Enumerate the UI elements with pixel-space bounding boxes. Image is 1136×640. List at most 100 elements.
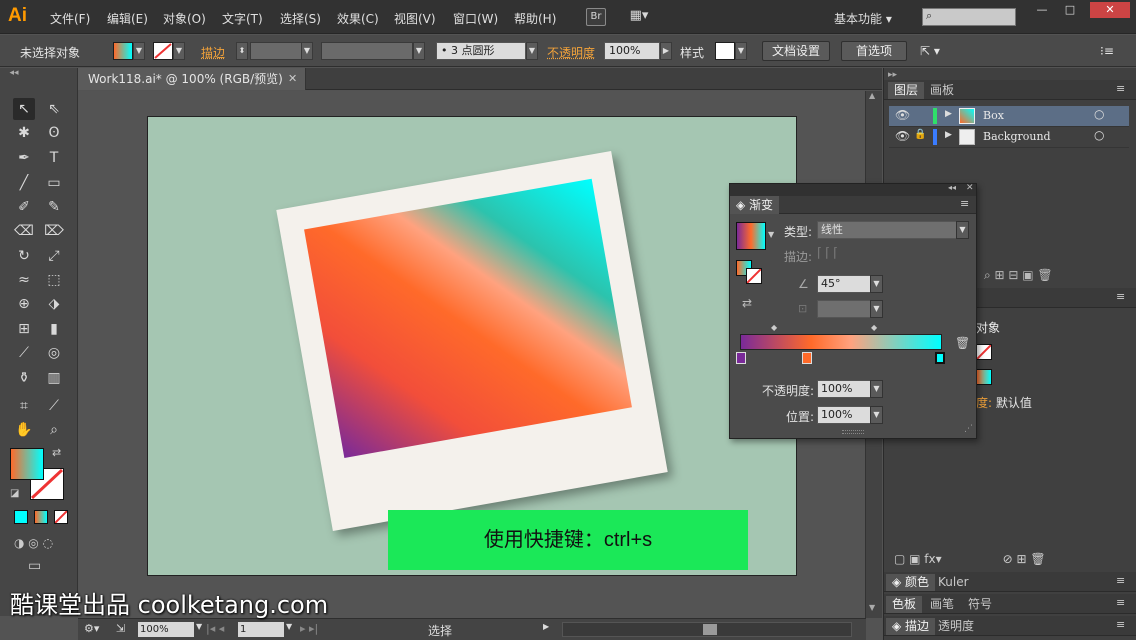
resize-grip-icon[interactable]: ⋰ <box>964 424 973 434</box>
horizontal-scroll-thumb[interactable] <box>703 624 717 635</box>
menu-type[interactable]: 文字(T) <box>222 10 263 27</box>
layer-row-box[interactable]: 👁 ▶ Box ○ <box>889 106 1129 127</box>
gradient-stop-left[interactable] <box>736 352 746 364</box>
aspect-ratio-dropdown-icon[interactable]: ▼ <box>870 300 883 318</box>
drawing-modes-icon[interactable]: ◑ ◎ ◌ <box>14 536 53 550</box>
tab-transparency[interactable]: 透明度 <box>932 618 980 635</box>
color-mode-icon[interactable] <box>14 510 28 524</box>
arrange-icon[interactable]: ⇱ ▾ <box>920 44 940 58</box>
artboard-tool-icon[interactable]: ⌗ <box>13 395 35 417</box>
fill-swatch[interactable] <box>113 42 133 60</box>
menu-edit[interactable]: 编辑(E) <box>107 10 148 27</box>
swap-colors-icon[interactable]: ⇄ <box>52 446 61 459</box>
target-circle-icon[interactable]: ○ <box>1094 128 1104 142</box>
stroke-menu-icon[interactable]: ≡ <box>1116 618 1125 631</box>
stroke-weight-dropdown-icon[interactable]: ▼ <box>301 42 313 60</box>
line-tool-icon[interactable]: ╱ <box>13 172 35 194</box>
stroke-weight-stepper[interactable]: ⬍ <box>236 42 248 60</box>
pencil-tool-icon[interactable]: ✎ <box>43 196 65 218</box>
type-dropdown-icon[interactable]: ▼ <box>956 221 969 239</box>
stroke-label[interactable]: 描边 <box>201 44 225 61</box>
perspective-grid-tool-icon[interactable]: ⬗ <box>43 293 65 315</box>
gradient-slider[interactable] <box>740 334 942 350</box>
style-dropdown-icon[interactable]: ▼ <box>735 42 747 60</box>
scale-tool-icon[interactable]: ⤢ <box>43 245 65 267</box>
document-tab[interactable]: Work118.ai* @ 100% (RGB/预览) ✕ <box>78 68 306 90</box>
direct-selection-tool-icon[interactable]: ⇖ <box>43 98 65 120</box>
brush-dropdown-icon[interactable]: ▼ <box>526 42 538 60</box>
gradient-collapse-icon[interactable]: ◂◂ <box>948 183 956 192</box>
tab-kuler[interactable]: Kuler <box>932 574 975 591</box>
status-menu-icon[interactable]: ▶ <box>543 622 549 631</box>
opacity-field[interactable]: 100% <box>604 42 660 60</box>
appearance-footer-icons[interactable]: ▢ ▣ fx▾ ⊘ ⊞ 🗑 <box>894 552 1046 566</box>
brush-field[interactable]: • 3 点圆形 <box>436 42 526 60</box>
artboard-dropdown-icon[interactable]: ▼ <box>286 622 292 631</box>
workspace-switcher[interactable]: 基本功能 ▾ <box>834 10 892 27</box>
magic-wand-tool-icon[interactable]: ✱ <box>13 122 35 144</box>
type-field[interactable]: 线性 <box>817 221 957 239</box>
expand-arrow-icon[interactable]: ▶ <box>945 130 952 140</box>
angle-dropdown-icon[interactable]: ▼ <box>870 275 883 293</box>
reverse-gradient-icon[interactable]: ⇄ <box>742 296 752 310</box>
tab-swatches[interactable]: 色板 <box>886 596 923 613</box>
variable-width-field[interactable] <box>321 42 413 60</box>
lock-icon[interactable]: 🔒 <box>914 129 926 140</box>
delete-stop-icon[interactable]: 🗑 <box>955 336 970 350</box>
gradient-tool-icon[interactable]: ▮ <box>43 318 65 340</box>
appearance-menu-icon[interactable]: ≡ <box>1116 290 1125 303</box>
column-graph-tool-icon[interactable]: ▥ <box>43 367 65 389</box>
stroke-swatch[interactable] <box>153 42 173 60</box>
scroll-up-icon[interactable]: ▲ <box>869 91 875 100</box>
stroke-dropdown-icon[interactable]: ▼ <box>173 42 185 60</box>
zoom-field[interactable]: 100% <box>138 622 194 637</box>
gradient-mode-icon[interactable] <box>34 510 48 524</box>
menu-window[interactable]: 窗口(W) <box>453 10 498 27</box>
fill-color-box-front[interactable] <box>10 448 44 480</box>
fill-dropdown-icon[interactable]: ▼ <box>133 42 145 60</box>
variable-width-dropdown-icon[interactable]: ▼ <box>413 42 425 60</box>
opacity-label[interactable]: 不透明度 <box>547 44 595 61</box>
gradient-close-icon[interactable]: ✕ <box>966 183 974 193</box>
free-transform-tool-icon[interactable]: ⬚ <box>43 269 65 291</box>
blend-tool-icon[interactable]: ◎ <box>43 342 65 364</box>
minimize-button[interactable]: — <box>1027 2 1057 18</box>
tab-gradient[interactable]: ◈ 渐变 <box>730 196 780 214</box>
menu-select[interactable]: 选择(S) <box>280 10 321 27</box>
gradient-stop-middle[interactable] <box>802 352 812 364</box>
none-mode-icon[interactable] <box>54 510 68 524</box>
opacity-dropdown-icon[interactable]: ▶ <box>660 42 672 60</box>
next-artboard-icon[interactable]: ▸ ▸| <box>300 622 318 635</box>
midpoint-diamond-icon[interactable]: ◆ <box>871 323 877 332</box>
preferences-button[interactable]: 首选项 <box>841 41 907 61</box>
appearance-fill-swatch[interactable] <box>976 369 992 385</box>
tab-brushes[interactable]: 画笔 <box>924 596 960 613</box>
export-icon[interactable]: ⇲ <box>116 622 125 635</box>
layers-menu-icon[interactable]: ≡ <box>1116 82 1125 95</box>
search-input[interactable]: ⌕ <box>922 8 1016 26</box>
dock-collapse-icon[interactable]: ▸▸ <box>888 70 897 80</box>
panel-grip-icon[interactable] <box>842 430 864 434</box>
stop-position-field[interactable]: 100% <box>817 406 871 424</box>
visibility-eye-icon[interactable]: 👁 <box>895 129 910 143</box>
bridge-button[interactable]: Br <box>586 8 606 26</box>
color-menu-icon[interactable]: ≡ <box>1116 574 1125 587</box>
menu-view[interactable]: 视图(V) <box>394 10 436 27</box>
document-setup-button[interactable]: 文档设置 <box>762 41 830 61</box>
pen-tool-icon[interactable]: ✒ <box>13 147 35 169</box>
rectangle-tool-icon[interactable]: ▭ <box>43 172 65 194</box>
menu-help[interactable]: 帮助(H) <box>514 10 556 27</box>
eraser-tool-icon[interactable]: ⌦ <box>43 220 65 242</box>
stop-opacity-field[interactable]: 100% <box>817 380 871 398</box>
gradient-preset-dropdown-icon[interactable]: ▼ <box>768 230 774 239</box>
visibility-eye-icon[interactable]: 👁 <box>895 108 910 122</box>
status-options-icon[interactable]: ⚙▾ <box>84 622 99 635</box>
shape-builder-tool-icon[interactable]: ⊕ <box>13 293 35 315</box>
close-tab-icon[interactable]: ✕ <box>288 68 297 90</box>
warp-tool-icon[interactable]: ≈ <box>13 269 35 291</box>
eyedropper-tool-icon[interactable]: ⟋ <box>13 342 35 364</box>
gradient-panel-titlebar[interactable]: ◂◂ ✕ <box>730 183 976 196</box>
menu-effect[interactable]: 效果(C) <box>337 10 379 27</box>
tab-stroke[interactable]: ◈ 描边 <box>886 618 936 635</box>
zoom-dropdown-icon[interactable]: ▼ <box>196 622 202 631</box>
